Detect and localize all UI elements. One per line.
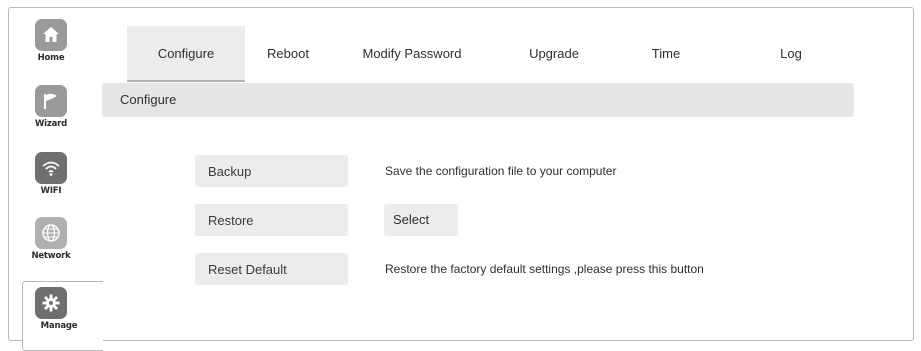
- tab-modify-password[interactable]: Modify Password: [352, 26, 472, 82]
- tab-log[interactable]: Log: [766, 26, 816, 82]
- tab-upgrade[interactable]: Upgrade: [508, 26, 600, 82]
- tab-time[interactable]: Time: [634, 26, 698, 82]
- backup-description: Save the configuration file to your comp…: [385, 164, 617, 178]
- gear-icon: [35, 287, 67, 319]
- sidebar-item-wizard[interactable]: Wizard: [20, 85, 82, 129]
- wifi-icon: [35, 152, 67, 184]
- sidebar-item-wifi[interactable]: WIFI: [20, 152, 82, 196]
- sidebar-item-label: Wizard: [34, 119, 68, 129]
- backup-button[interactable]: Backup: [195, 155, 348, 187]
- globe-icon: [35, 217, 67, 249]
- section-title: Configure: [120, 92, 177, 107]
- reset-description: Restore the factory default settings ,pl…: [385, 262, 704, 276]
- tab-reboot[interactable]: Reboot: [250, 26, 326, 82]
- flag-icon: [35, 85, 67, 117]
- tab-bar: Configure Reboot Modify Password Upgrade…: [118, 26, 838, 82]
- home-icon: [35, 19, 67, 51]
- sidebar-item-label: WIFI: [40, 186, 62, 196]
- reset-default-button[interactable]: Reset Default: [195, 253, 348, 285]
- sidebar-item-manage[interactable]: Manage: [22, 281, 103, 351]
- sidebar: Home Wizard WIFI Network Manage: [8, 7, 103, 351]
- sidebar-item-network[interactable]: Network: [20, 217, 82, 261]
- tab-configure[interactable]: Configure: [127, 26, 245, 82]
- restore-button[interactable]: Restore: [195, 204, 348, 236]
- sidebar-item-label: Home: [37, 53, 65, 63]
- sidebar-item-home[interactable]: Home: [20, 19, 82, 63]
- sidebar-item-label: Network: [31, 251, 71, 261]
- section-header: Configure: [102, 83, 854, 117]
- select-file-button[interactable]: Select: [384, 204, 458, 236]
- sidebar-item-label: Manage: [40, 321, 78, 331]
